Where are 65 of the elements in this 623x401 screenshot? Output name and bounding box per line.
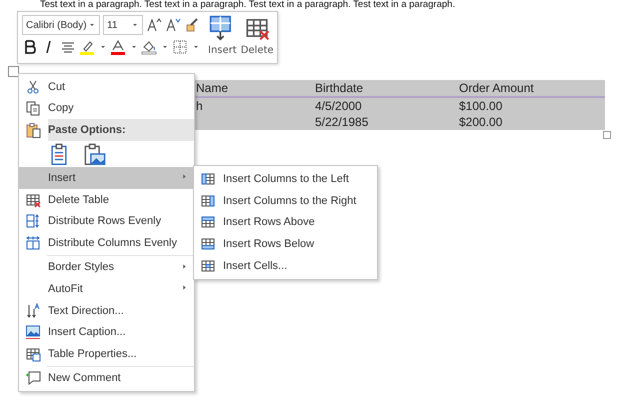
caret-icon [160, 43, 168, 51]
bold-icon [22, 39, 38, 55]
text-direction-icon [25, 302, 41, 319]
menu-item[interactable]: Copy [19, 98, 194, 120]
paragraph-text: Test text in a paragraph. Test text in a paragraph. Test text in a paragraph. Test text in a paragraph. [40, 0, 456, 10]
menu-item[interactable]: Cut [19, 76, 194, 98]
caret-icon [192, 43, 200, 51]
menu-item[interactable]: Insert Caption... [19, 321, 194, 343]
shrink-font-icon [165, 17, 181, 33]
clipboard-image-icon [84, 143, 106, 166]
grow-font-icon [146, 17, 162, 33]
table-move-handle[interactable] [8, 66, 19, 77]
menu-item[interactable]: Insert Rows Above [194, 212, 377, 234]
distribute-columns-icon [25, 234, 41, 251]
scissors-icon [25, 78, 41, 95]
menu-item[interactable]: Distribute Rows Evenly [19, 210, 194, 232]
highlighter-icon [79, 39, 95, 55]
menu-header: Paste Options: [48, 119, 194, 142]
table-insert-icon [200, 214, 216, 230]
caret-icon [98, 43, 106, 51]
caret-icon [131, 21, 139, 29]
menu-item[interactable]: Table Properties... [19, 342, 194, 365]
menu-item[interactable]: Text Direction... [19, 300, 194, 322]
table-insert-icon [200, 258, 216, 274]
caret-icon [88, 21, 96, 29]
table-cell: $200.00 [459, 115, 502, 129]
column-header: Name [196, 81, 228, 95]
menu-item[interactable]: Distribute Columns Evenly [19, 232, 194, 254]
menu-item[interactable]: Insert Rows Below [194, 233, 377, 256]
image-icon [25, 324, 41, 340]
submenu-arrow-icon [181, 262, 188, 270]
clipboard-icon [25, 122, 41, 138]
menu-item[interactable]: Insert Cells... [194, 255, 377, 277]
table-cell: 5/22/1985 [315, 115, 368, 129]
table-delete-icon [25, 192, 41, 208]
resize-handle[interactable] [603, 131, 611, 139]
menu-item[interactable]: Insert [19, 167, 194, 189]
caret-icon [130, 43, 138, 51]
menu-item[interactable]: New Comment [19, 368, 194, 390]
borders-icon [172, 39, 188, 55]
table-cell: h [196, 99, 203, 113]
column-header: Birthdate [315, 81, 364, 95]
menu-item[interactable]: Insert Columns to the Right [194, 190, 377, 212]
format-painter-icon [184, 17, 200, 33]
table-insert-icon [200, 170, 216, 187]
menu-item[interactable]: AutoFit [19, 278, 194, 300]
shading-icon [141, 39, 157, 55]
table-cell: $100.00 [459, 99, 502, 113]
font-size-field[interactable]: 11 [103, 15, 143, 35]
submenu-arrow-icon [181, 284, 188, 292]
font-field[interactable]: Calibri (Body) [22, 15, 100, 35]
delete-button[interactable]: Delete [240, 15, 274, 60]
table-insert-icon [200, 192, 216, 209]
comment-icon [25, 370, 41, 386]
menu-item[interactable]: Insert Columns to the Left [194, 168, 377, 190]
copy-icon [25, 100, 41, 116]
table-insert-icon [200, 236, 216, 252]
table-properties-icon [25, 346, 41, 362]
distribute-rows-icon [25, 213, 41, 230]
font-color-icon [110, 39, 126, 55]
column-header: Order Amount [459, 81, 534, 95]
submenu-arrow-icon [181, 173, 188, 180]
menu-item[interactable]: Border Styles [19, 256, 194, 278]
insert-button[interactable]: Insert [208, 15, 237, 60]
table-cell: 4/5/2000 [315, 99, 362, 113]
